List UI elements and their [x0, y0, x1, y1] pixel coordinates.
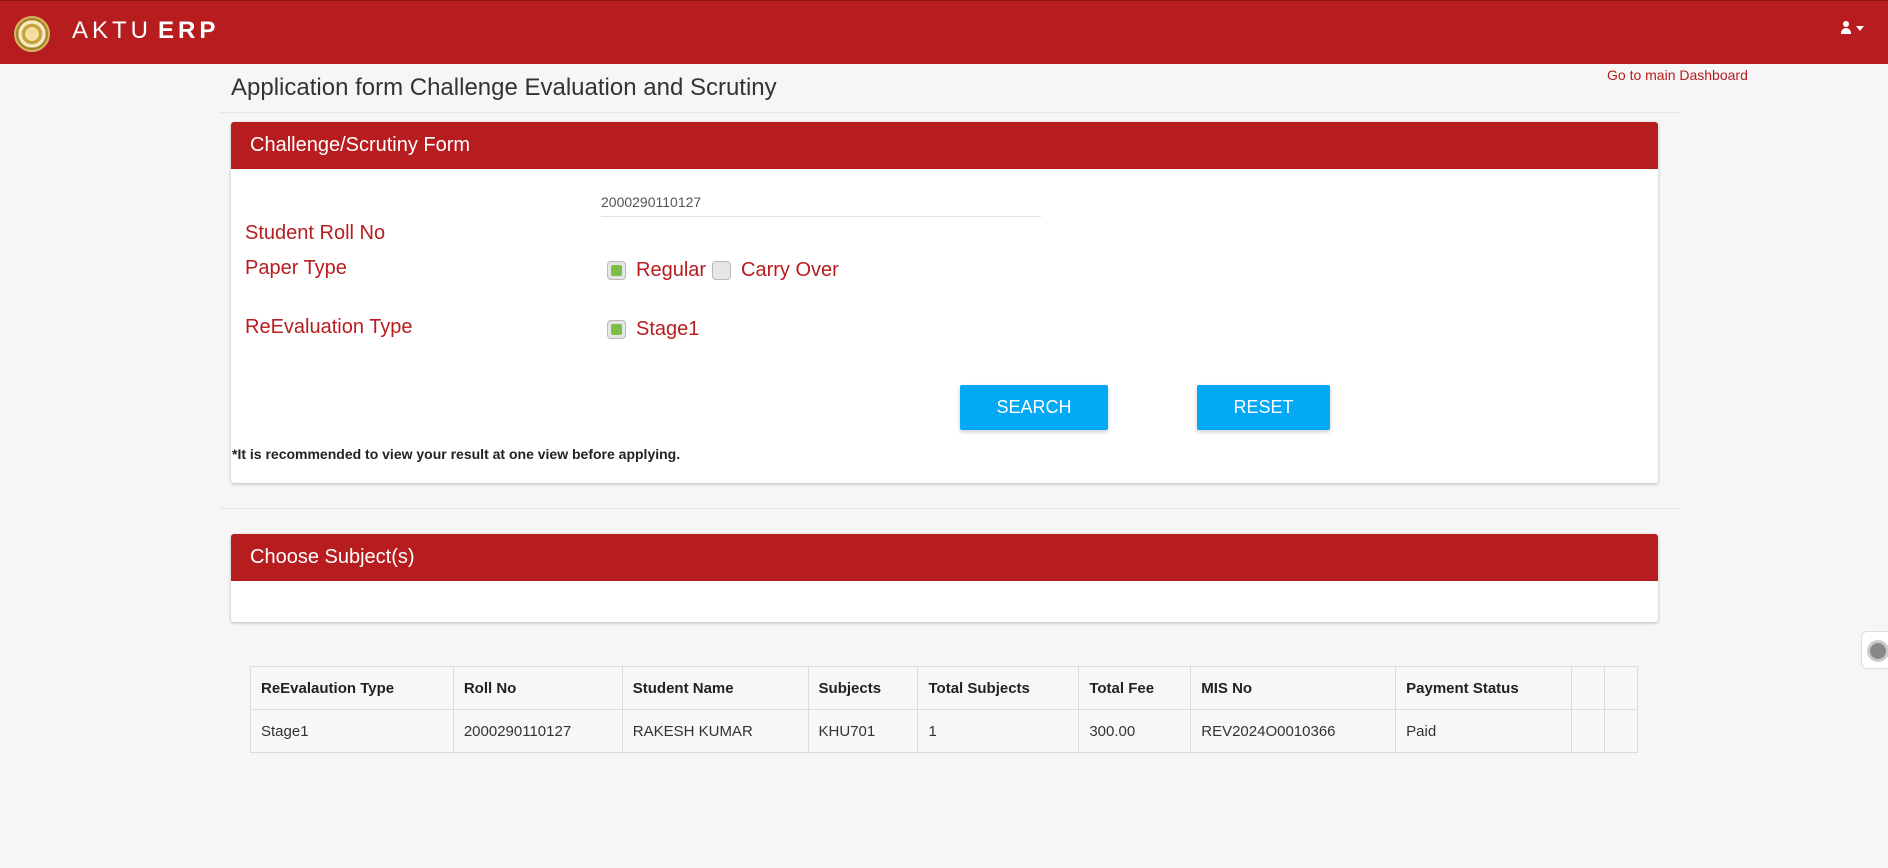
column-header: ReEvalaution Type — [250, 666, 454, 710]
table-cell: RAKESH KUMAR — [621, 709, 809, 753]
user-icon — [1840, 21, 1852, 35]
card-title: Choose Subject(s) — [231, 534, 1658, 581]
divider — [220, 508, 1680, 509]
table-cell: 1 — [917, 709, 1080, 753]
table-cell — [1603, 709, 1639, 753]
search-button[interactable]: SEARCH — [960, 385, 1108, 430]
reevaluation-options: Stage1 — [607, 318, 705, 341]
results-table: ReEvalaution Type Roll No Student Name S… — [250, 666, 1639, 753]
table-cell: 300.00 — [1078, 709, 1192, 753]
table-cell — [1570, 709, 1605, 753]
paper-type-label: Paper Type — [245, 257, 347, 279]
roll-no-label: Student Roll No — [245, 222, 386, 244]
table-cell: Stage1 — [250, 709, 454, 753]
column-header: Subjects — [807, 666, 919, 710]
table-cell: Paid — [1395, 709, 1572, 753]
roll-no-input[interactable] — [601, 187, 1041, 217]
carry-over-label: Carry Over — [741, 259, 839, 281]
widget-icon — [1867, 640, 1888, 662]
column-header: MIS No — [1190, 666, 1397, 710]
column-header: Roll No — [452, 666, 623, 710]
divider — [220, 112, 1680, 113]
top-navbar: AKTU ERP — [0, 0, 1888, 64]
table-cell: KHU701 — [807, 709, 919, 753]
regular-label: Regular — [636, 259, 707, 281]
stage1-label: Stage1 — [636, 318, 700, 340]
carry-over-checkbox[interactable] — [712, 261, 732, 280]
table-cell: REV2024O0010366 — [1190, 709, 1397, 753]
page-title: Application form Challenge Evaluation an… — [231, 74, 777, 101]
column-header: Student Name — [621, 666, 809, 710]
recommendation-note: *It is recommended to view your result a… — [232, 446, 681, 462]
table-cell: 2000290110127 — [452, 709, 623, 753]
table-header-row: ReEvalaution Type Roll No Student Name S… — [250, 666, 1639, 710]
reset-button[interactable]: RESET — [1197, 385, 1330, 430]
main-dashboard-link[interactable]: Go to main Dashboard — [1607, 67, 1748, 83]
column-header: Total Subjects — [917, 666, 1080, 710]
aktu-logo-icon — [14, 16, 50, 52]
regular-checkbox[interactable] — [607, 261, 626, 280]
stage1-checkbox[interactable] — [607, 320, 626, 339]
card-title: Challenge/Scrutiny Form — [231, 122, 1658, 169]
column-header: Payment Status — [1395, 666, 1572, 710]
choose-subjects-card: Choose Subject(s) — [231, 534, 1658, 622]
column-header — [1603, 666, 1639, 710]
reevaluation-type-label: ReEvaluation Type — [245, 316, 413, 338]
brand-light: AKTU — [72, 17, 153, 44]
floating-widget-tab[interactable] — [1861, 631, 1888, 669]
paper-type-options: Regular Carry Over — [607, 259, 845, 282]
table-row: Stage1 2000290110127 RAKESH KUMAR KHU701… — [250, 709, 1639, 753]
brand-bold: ERP — [158, 17, 220, 44]
challenge-scrutiny-card: Challenge/Scrutiny Form Student Roll No … — [231, 122, 1658, 483]
user-menu-toggle[interactable] — [1840, 21, 1864, 35]
caret-down-icon — [1856, 25, 1864, 31]
column-header — [1570, 666, 1605, 710]
column-header: Total Fee — [1078, 666, 1192, 710]
brand-title[interactable]: AKTU ERP — [72, 17, 219, 45]
